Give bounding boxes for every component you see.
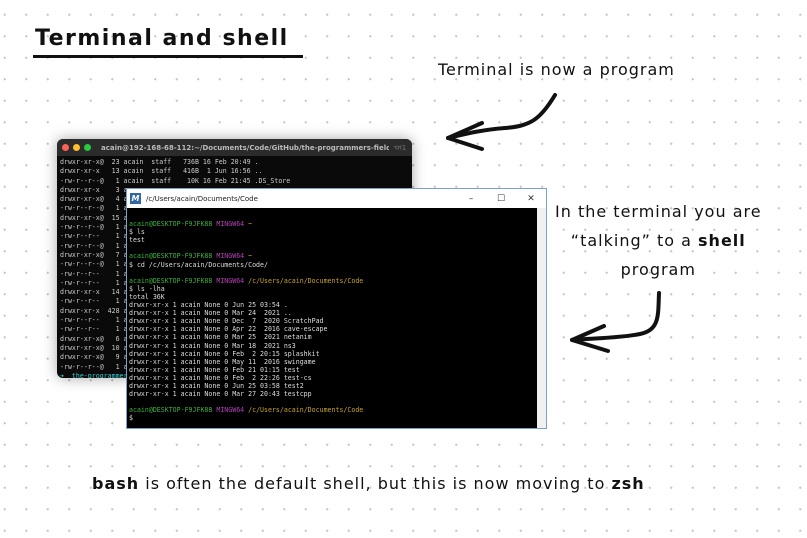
arrows	[446, 93, 661, 353]
